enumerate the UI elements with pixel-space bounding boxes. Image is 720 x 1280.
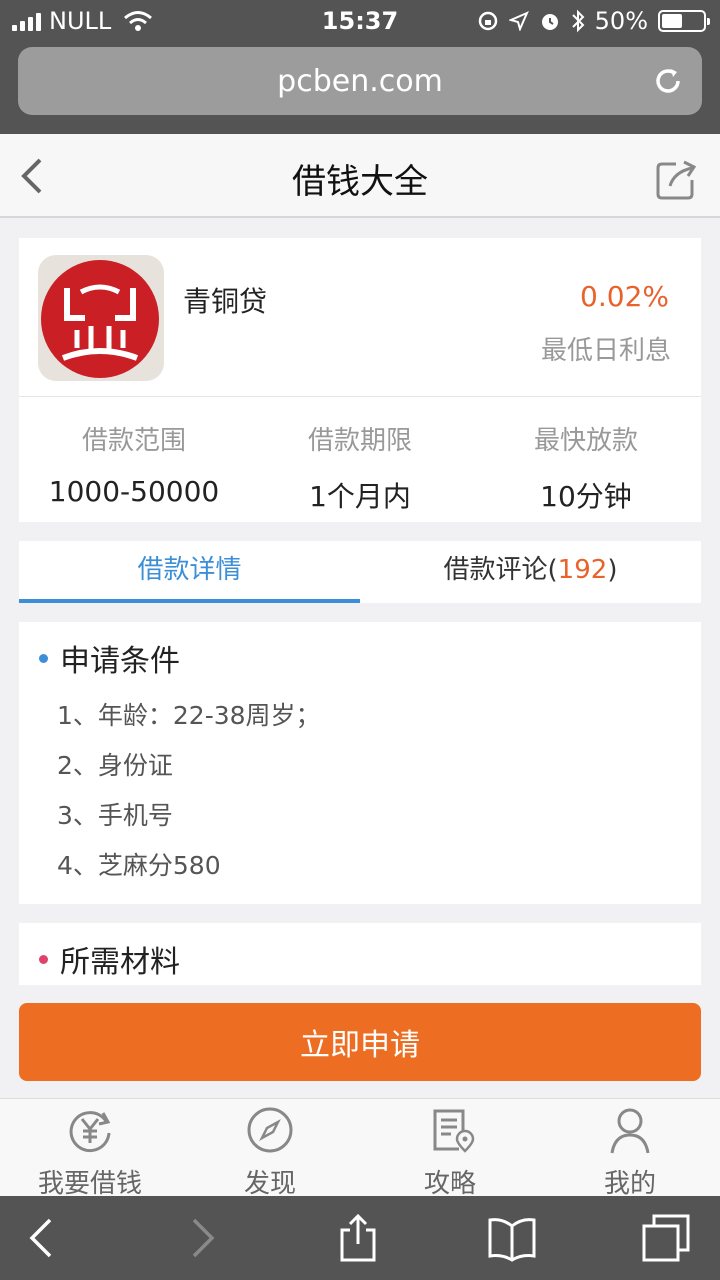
url-text: pcben.com — [277, 63, 443, 99]
tabbar-label: 我的 — [603, 1169, 656, 1199]
compass-icon — [247, 1107, 293, 1153]
handshake-logo-icon — [61, 284, 139, 361]
condition-item: 1、年龄：22-38周岁； — [57, 701, 321, 730]
stat-value: 1个月内 — [309, 480, 411, 513]
product-card[interactable]: 青铜贷 0.02% 最低日利息 借款范围 1000-50000 借款期限 1个月… — [19, 238, 701, 522]
nav-bar: 借钱大全 — [0, 134, 720, 218]
tabbar-item-discover[interactable]: 发现 — [180, 1103, 360, 1200]
stat-label: 最快放款 — [533, 426, 638, 456]
section-title: 申请条件 — [39, 636, 180, 680]
condition-item: 2、身份证 — [57, 751, 173, 780]
battery-icon — [658, 10, 710, 32]
bottom-tab-bar: 我要借钱 发现 攻略 我的 — [0, 1098, 720, 1199]
tab-loan-comments[interactable]: 借款评论(192) — [360, 541, 701, 603]
condition-item: 4、芝麻分580 — [57, 851, 221, 880]
section-title: 所需材料 — [39, 937, 180, 981]
rate-label: 最低日利息 — [540, 336, 671, 366]
battery-fill — [662, 14, 682, 28]
stat-label: 借款期限 — [307, 426, 412, 456]
reload-icon[interactable] — [650, 63, 686, 99]
condition-item: 3、手机号 — [57, 801, 173, 830]
browser-bottom-toolbar — [0, 1196, 720, 1280]
stat-loan-term: 借款期限 1个月内 — [247, 420, 473, 515]
address-bar[interactable]: pcben.com — [18, 47, 702, 115]
tabbar-label: 我要借钱 — [37, 1169, 142, 1199]
apply-now-button[interactable]: 立即申请 — [19, 1003, 701, 1081]
yen-refresh-icon — [69, 1111, 111, 1153]
browser-share-icon[interactable] — [332, 1212, 384, 1264]
stat-value: 1000-50000 — [48, 475, 220, 508]
location-icon — [508, 11, 529, 31]
materials-section: 所需材料 — [19, 923, 701, 985]
tab-loan-details[interactable]: 借款详情 — [19, 541, 360, 603]
browser-forward-icon[interactable] — [176, 1212, 228, 1264]
detail-tabs: 借款详情 借款评论(192) — [19, 541, 701, 603]
rotation-lock-icon — [478, 11, 497, 31]
tabbar-label: 发现 — [243, 1169, 296, 1199]
tabbar-item-guides[interactable]: 攻略 — [360, 1103, 540, 1200]
product-logo — [38, 255, 164, 381]
divider — [19, 396, 701, 397]
product-rate: 0.02% — [580, 280, 669, 313]
bookmarks-icon[interactable] — [486, 1212, 538, 1264]
status-right: 50% — [477, 7, 710, 35]
bluetooth-icon — [571, 9, 585, 33]
tabs-icon[interactable] — [640, 1212, 692, 1264]
status-bar: NULL 15:37 50% — [0, 0, 720, 40]
page-title: 借钱大全 — [292, 162, 428, 202]
tabbar-item-mine[interactable]: 我的 — [540, 1103, 720, 1200]
browser-toolbar: pcben.com — [0, 40, 720, 134]
bullet-dot-icon — [39, 954, 48, 964]
browser-back-icon[interactable] — [16, 1212, 68, 1264]
battery-percent: 50% — [594, 7, 648, 35]
comment-count: 192 — [557, 555, 608, 585]
product-name: 青铜贷 — [183, 285, 268, 318]
stat-label: 借款范围 — [81, 426, 186, 456]
alarm-icon — [541, 14, 558, 30]
person-icon — [610, 1108, 650, 1154]
share-icon[interactable] — [654, 158, 698, 202]
document-location-icon — [433, 1109, 475, 1153]
stat-loan-range: 借款范围 1000-50000 — [21, 420, 247, 508]
conditions-section: 申请条件 1、年龄：22-38周岁； 2、身份证 3、手机号 4、芝麻分580 — [19, 622, 701, 904]
stat-value: 10分钟 — [540, 480, 632, 513]
stat-fastest-payout: 最快放款 10分钟 — [473, 420, 699, 515]
tabbar-item-borrow[interactable]: 我要借钱 — [0, 1103, 180, 1200]
bullet-dot-icon — [39, 653, 48, 663]
tabbar-label: 攻略 — [423, 1169, 476, 1199]
